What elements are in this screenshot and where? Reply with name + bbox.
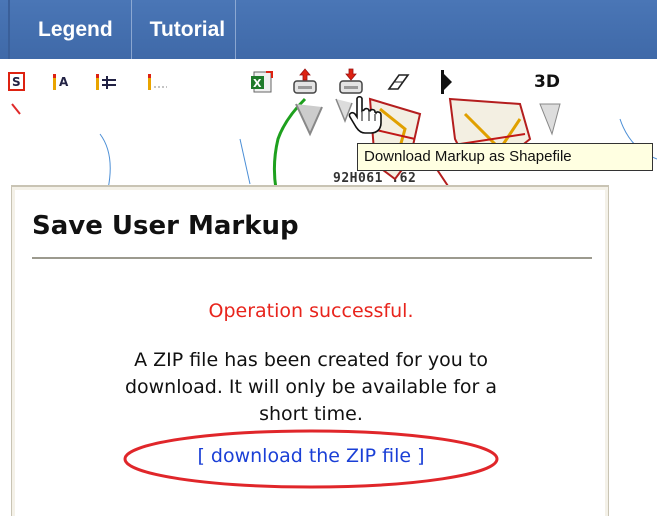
play-icon[interactable] — [440, 67, 454, 97]
info-line: short time. — [259, 403, 363, 425]
svg-text:X: X — [253, 77, 262, 90]
status-message: Operation successful. — [208, 300, 414, 322]
upload-markup-icon[interactable] — [291, 67, 319, 97]
line-draw-icon[interactable] — [147, 67, 169, 97]
info-message: A ZIP file has been created for you to d… — [12, 347, 610, 428]
identify-layer-icon[interactable]: S — [8, 67, 26, 97]
eraser-icon[interactable] — [385, 67, 411, 97]
menu-item-tutorial[interactable]: Tutorial — [132, 0, 235, 59]
3d-view-button[interactable]: 3D — [534, 72, 560, 92]
excel-export-icon[interactable]: X — [250, 67, 274, 97]
menu-item-legend[interactable]: Legend — [0, 0, 131, 59]
info-line: A ZIP file has been created for you to — [134, 349, 488, 371]
tooltip: Download Markup as Shapefile — [357, 143, 653, 171]
menu-separator — [235, 0, 237, 59]
download-markup-icon[interactable] — [337, 67, 365, 97]
measure-icon[interactable] — [95, 67, 119, 97]
dialog-title: Save User Markup — [32, 211, 299, 241]
svg-text:S: S — [12, 75, 21, 89]
menu-bar-edge — [8, 0, 10, 59]
map-grid-label: 92H061 .62 — [333, 171, 417, 186]
hand-cursor-icon — [348, 95, 382, 139]
menu-bar: Legend Tutorial — [0, 0, 657, 59]
save-markup-dialog: Save User Markup Operation successful. A… — [11, 185, 609, 516]
info-line: download. It will only be available for … — [124, 376, 498, 398]
text-label-icon[interactable]: A — [52, 67, 74, 97]
menu-separator — [130, 0, 132, 59]
app-window: Legend Tutorial S A X 3D 92H061 .62 Down… — [0, 0, 657, 516]
download-zip-link[interactable]: [ download the ZIP file ] — [12, 445, 610, 467]
dialog-divider — [32, 257, 592, 259]
text-label-glyph: A — [59, 75, 69, 89]
